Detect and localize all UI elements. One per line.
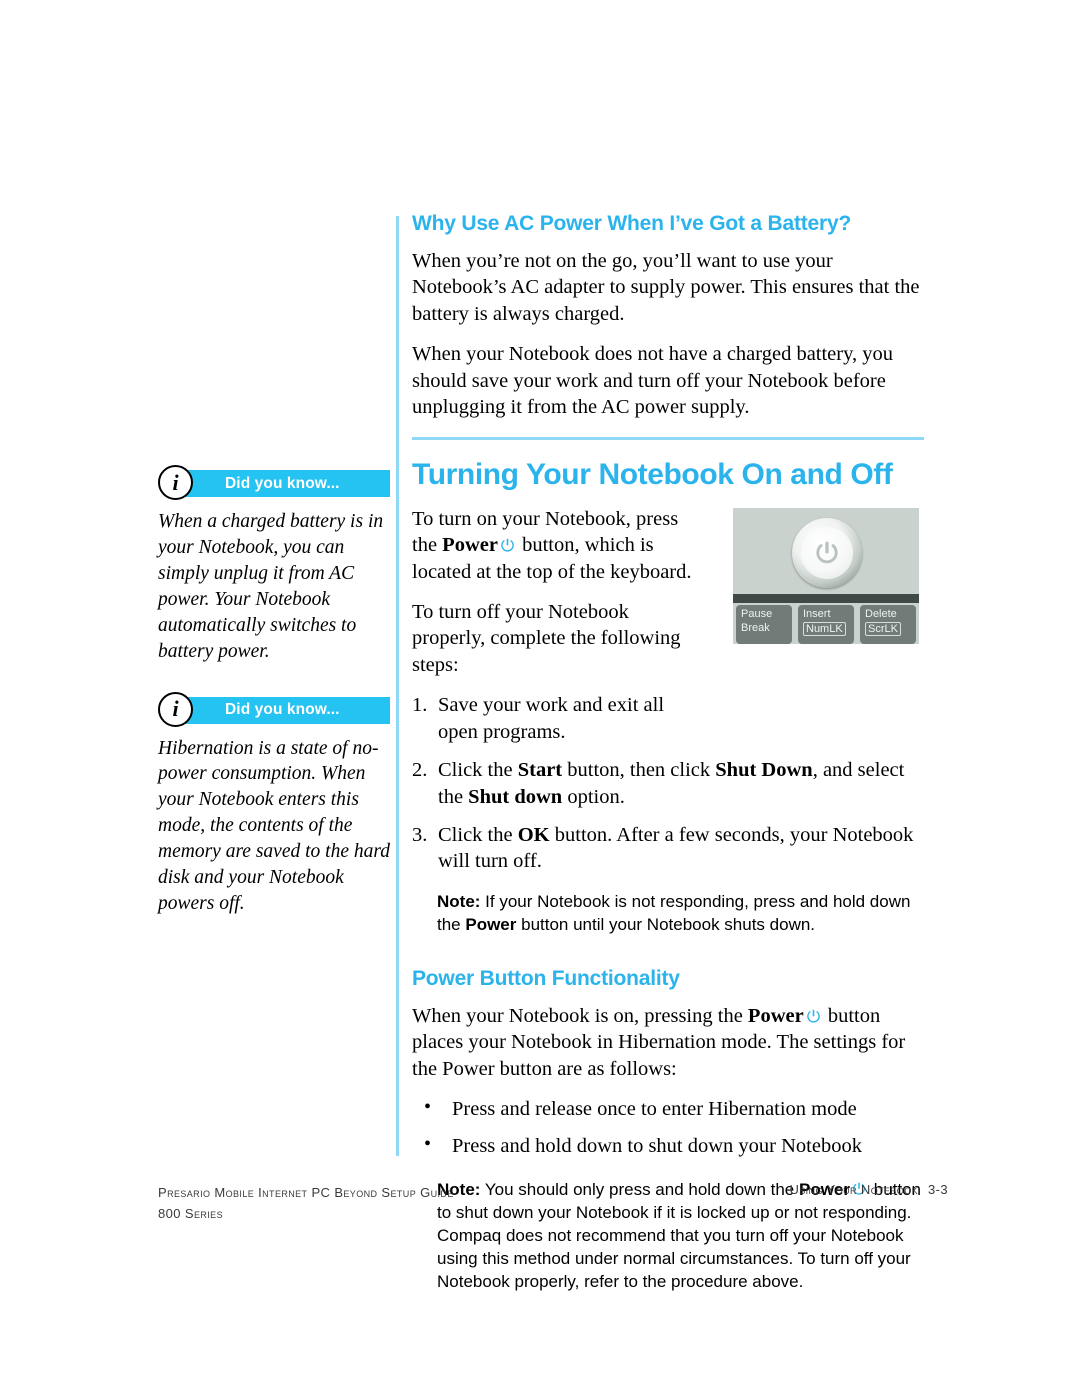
- step-text-part: button, then click: [562, 759, 716, 782]
- power-button-photo-button: [792, 518, 862, 588]
- bullet-icon: •: [424, 1132, 432, 1155]
- power-bold: Power: [442, 534, 498, 557]
- power-icon: [500, 538, 515, 553]
- step-number: 2.: [412, 759, 428, 782]
- step-text: Click the OK button. After a few seconds…: [438, 824, 913, 872]
- callout-banner-label: Did you know...: [225, 701, 340, 719]
- keyboard-bezel-bar: [733, 594, 919, 603]
- step-number: 3.: [412, 824, 428, 846]
- power-symbol-icon: [816, 541, 838, 564]
- key-bottom-label: Break: [741, 621, 770, 634]
- document-page: i Did you know... When a charged battery…: [0, 0, 1080, 1397]
- step-number: 1.: [412, 694, 428, 717]
- bullet-icon: •: [424, 1096, 432, 1119]
- power-button-photo: Pause Break Insert NumLK Delete ScrLK: [733, 508, 919, 644]
- paragraph-turn-on: To turn on your Notebook, press the Powe…: [412, 506, 700, 585]
- section-rule: [412, 436, 924, 440]
- footer-page-number: 3-3: [928, 1182, 948, 1197]
- paragraph-power-button: When your Notebook is on, pressing the P…: [412, 1003, 924, 1082]
- heading-power-button-functionality: Power Button Functionality: [412, 966, 680, 990]
- callout-did-you-know-2: i Did you know... Hibernation is a state…: [158, 691, 390, 917]
- sidebar: i Did you know... When a charged battery…: [158, 465, 390, 943]
- power-bold: Power: [747, 1004, 804, 1027]
- paragraph-turn-off: To turn off your Notebook properly, comp…: [412, 600, 681, 676]
- step-text: Save your work and exit all open program…: [438, 694, 665, 743]
- paragraph-ac-1: When you’re not on the go, you’ll want t…: [412, 250, 920, 325]
- note-power-bold: Power: [465, 914, 517, 934]
- callout-body: When a charged battery is in your Notebo…: [158, 511, 384, 662]
- callout-body: Hibernation is a state of no-power consu…: [158, 737, 390, 915]
- footer-chapter-label: Using Your Notebook: [789, 1182, 918, 1197]
- list-item: • Press and release once to enter Hibern…: [412, 1096, 924, 1122]
- callout-banner-label: Did you know...: [225, 474, 340, 492]
- footer-left: Presario Mobile Internet PC Beyond Setup…: [158, 1182, 454, 1225]
- shut-down-option-label: Shut down: [468, 785, 563, 808]
- key-top-label: Pause: [741, 608, 773, 620]
- ok-button-label: OK: [517, 824, 550, 846]
- list-item-label: Press and hold down to shut down your No…: [452, 1134, 862, 1157]
- callout-banner: i Did you know...: [158, 691, 390, 727]
- power-text-before: When your Notebook is on, pressing the: [412, 1004, 748, 1027]
- key-insert-numlk: Insert NumLK: [798, 605, 854, 644]
- shut-down-label: Shut Down: [715, 759, 813, 782]
- note-lead: Note:: [437, 891, 481, 911]
- step-item: 3. Click the OK button. After a few seco…: [412, 822, 924, 875]
- step-item: 1. Save your work and exit all open prog…: [412, 692, 708, 745]
- power-button-inner: [801, 527, 853, 579]
- start-button-label: Start: [517, 759, 563, 782]
- list-item: • Press and hold down to shut down your …: [412, 1133, 924, 1159]
- keyboard-keys-row: Pause Break Insert NumLK Delete ScrLK: [733, 605, 919, 644]
- key-delete-scrlk: Delete ScrLK: [860, 605, 916, 644]
- key-bottom-label: ScrLK: [865, 621, 901, 637]
- note-text-before: You should only press and hold down the: [480, 1179, 799, 1199]
- power-button-settings-list: • Press and release once to enter Hibern…: [412, 1096, 924, 1159]
- shutdown-steps-list: 1. Save your work and exit all open prog…: [412, 692, 924, 875]
- main-content: Why Use AC Power When I’ve Got a Battery…: [412, 212, 924, 1294]
- footer-guide-title: Presario Mobile Internet PC Beyond Setup…: [158, 1185, 454, 1200]
- info-icon: i: [158, 465, 193, 500]
- paragraph-ac-2: When your Notebook does not have a charg…: [412, 343, 894, 419]
- info-icon: i: [158, 691, 193, 727]
- footer-series: 800 Series: [158, 1206, 223, 1222]
- step-item: 2. Click the Start button, then click Sh…: [412, 757, 924, 810]
- heading-turning-notebook-on-off: Turning Your Notebook On and Off: [412, 457, 893, 491]
- column-divider: [396, 216, 399, 1156]
- note-text-after: button until your Notebook shuts down.: [516, 914, 816, 934]
- footer-right: Using Your Notebook 3-3: [789, 1182, 948, 1197]
- key-top-label: Insert: [803, 608, 831, 620]
- step-text-part: option.: [562, 785, 625, 808]
- note-not-responding: Note: If your Notebook is not responding…: [437, 891, 927, 937]
- step-text-part: Click the: [438, 759, 518, 782]
- list-item-label: Press and release once to enter Hibernat…: [452, 1098, 857, 1121]
- step-text-part: Click the: [438, 824, 518, 846]
- heading-why-use-ac-power: Why Use AC Power When I’ve Got a Battery…: [412, 212, 852, 235]
- callout-did-you-know-1: i Did you know... When a charged battery…: [158, 465, 390, 665]
- key-bottom-label: NumLK: [803, 621, 846, 637]
- callout-banner: i Did you know...: [158, 465, 390, 500]
- key-top-label: Delete: [865, 608, 897, 620]
- power-icon: [806, 1009, 821, 1024]
- step-text: Click the Start button, then click Shut …: [438, 759, 904, 807]
- key-pause-break: Pause Break: [736, 605, 792, 644]
